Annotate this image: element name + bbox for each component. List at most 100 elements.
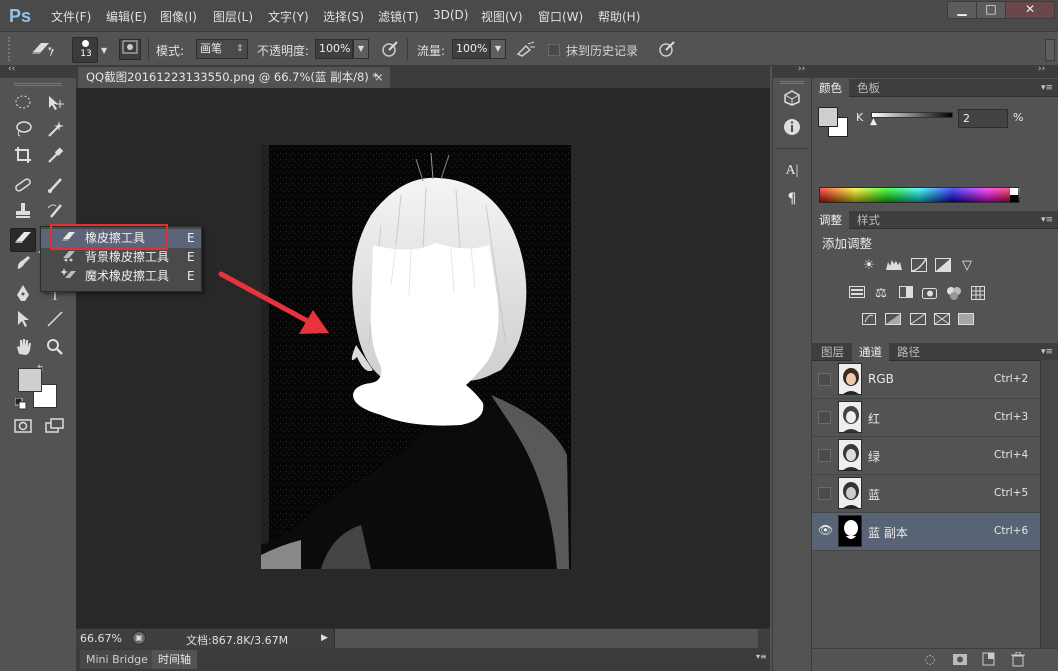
channel-row-red[interactable]: 红 Ctrl+3 [812, 399, 1040, 437]
flow-input[interactable]: 100% [452, 39, 490, 59]
menu-window[interactable]: 窗口(W) [538, 8, 583, 25]
visibility-checkbox[interactable] [818, 487, 831, 500]
hue-saturation-icon[interactable] [848, 286, 866, 302]
tab-close-icon[interactable]: × [374, 67, 384, 87]
options-scroll[interactable] [1045, 39, 1055, 61]
foreground-color-swatch[interactable] [18, 368, 42, 392]
character-panel-icon[interactable]: A| [778, 160, 806, 182]
tab-mini-bridge[interactable]: Mini Bridge [80, 650, 154, 669]
path-selection-tool-icon[interactable] [10, 310, 36, 334]
menu-filter[interactable]: 滤镜(T) [378, 8, 419, 25]
restore-button[interactable]: □ [976, 1, 1006, 19]
tab-channels[interactable]: 通道 [852, 343, 889, 361]
airbrush-icon[interactable] [516, 40, 536, 60]
menu-view[interactable]: 视图(V) [481, 8, 523, 25]
menu-image[interactable]: 图像(I) [160, 8, 197, 25]
tablet-pressure-size-icon[interactable] [657, 40, 677, 60]
lasso-tool-icon[interactable] [10, 120, 36, 144]
load-selection-icon[interactable]: ◌ [922, 652, 938, 668]
minimize-button[interactable]: ▁ [947, 1, 977, 19]
brush-tool-icon[interactable] [42, 176, 68, 200]
menu-edit[interactable]: 编辑(E) [106, 8, 147, 25]
menu-help[interactable]: 帮助(H) [598, 8, 640, 25]
tab-adjustments[interactable]: 调整 [812, 211, 849, 229]
save-selection-icon[interactable] [952, 652, 968, 668]
tab-color[interactable]: 颜色 [812, 79, 849, 97]
pen-tool-icon[interactable] [10, 284, 36, 308]
visibility-checkbox[interactable] [818, 449, 831, 462]
selective-color-icon[interactable] [933, 313, 951, 329]
menu-layer[interactable]: 图层(L) [213, 8, 253, 25]
brush-panel-icon[interactable] [119, 39, 141, 60]
exposure-icon[interactable] [934, 258, 952, 274]
channel-row-rgb[interactable]: RGB Ctrl+2 [812, 361, 1040, 399]
gradient-map-icon[interactable] [957, 313, 975, 329]
flow-dropdown[interactable]: ▼ [490, 39, 506, 59]
eye-icon[interactable]: 👁 [818, 524, 833, 538]
erase-history-checkbox[interactable] [548, 44, 560, 56]
horizontal-scrollbar[interactable] [334, 629, 758, 648]
posterize-icon[interactable] [884, 313, 902, 329]
3d-panel-icon[interactable] [778, 90, 806, 112]
tab-styles[interactable]: 样式 [850, 211, 887, 229]
line-tool-icon[interactable] [42, 310, 68, 334]
expand-icon[interactable]: ›› [1038, 64, 1045, 74]
marquee-tool-icon[interactable] [10, 94, 36, 118]
right-panel-header[interactable]: ›› [812, 64, 1058, 78]
move-tool-icon[interactable] [42, 94, 68, 118]
menu-type[interactable]: 文字(Y) [268, 8, 309, 25]
status-menu-arrow-icon[interactable]: ▶ [321, 631, 333, 646]
screen-mode-icon[interactable] [42, 418, 68, 442]
panel-menu-icon[interactable]: ▾≡ [1038, 344, 1056, 360]
zoom-tool-icon[interactable] [42, 338, 68, 362]
crop-tool-icon[interactable] [10, 146, 36, 170]
eraser-preset-icon[interactable]: ▾ [24, 40, 60, 60]
tab-swatches[interactable]: 色板 [850, 79, 887, 97]
document-image[interactable] [261, 145, 571, 569]
brush-size-picker[interactable]: 13 [72, 37, 98, 63]
history-brush-tool-icon[interactable] [42, 202, 68, 226]
tab-layers[interactable]: 图层 [814, 343, 851, 361]
k-slider-track[interactable] [871, 112, 953, 118]
magic-wand-tool-icon[interactable] [42, 120, 68, 144]
channel-row-blue-copy[interactable]: 👁 蓝 副本 Ctrl+6 [812, 513, 1040, 551]
smudge-tool-icon[interactable] [10, 254, 36, 278]
trash-icon[interactable] [1011, 651, 1027, 668]
fg-color-chip[interactable] [818, 107, 838, 127]
k-value-input[interactable]: 2 [958, 109, 1008, 128]
collapse-icon[interactable]: ‹‹ [8, 64, 15, 74]
curves-icon[interactable] [910, 258, 928, 274]
color-lookup-icon[interactable] [969, 286, 987, 302]
invert-icon[interactable] [860, 313, 878, 329]
quick-mask-icon[interactable] [10, 418, 36, 442]
channel-mixer-icon[interactable] [945, 286, 963, 302]
menu-file[interactable]: 文件(F) [51, 8, 91, 25]
color-spectrum-bar[interactable] [819, 187, 1020, 203]
clone-stamp-tool-icon[interactable] [10, 202, 36, 226]
opacity-input[interactable]: 100% [315, 39, 353, 59]
mode-select[interactable]: 画笔 ⇕ [196, 39, 248, 59]
panel-menu-icon[interactable]: ▾≡ [756, 652, 767, 661]
toolbox-header[interactable]: ‹‹ [0, 64, 76, 78]
channel-row-blue[interactable]: 蓝 Ctrl+5 [812, 475, 1040, 513]
visibility-checkbox[interactable] [818, 373, 831, 386]
color-balance-icon[interactable]: ⚖ [872, 286, 890, 302]
paragraph-panel-icon[interactable]: ¶ [778, 188, 806, 210]
panel-menu-icon[interactable]: ▾≡ [1038, 212, 1056, 228]
tablet-pressure-opacity-icon[interactable] [380, 40, 400, 60]
flyout-item-magic-eraser[interactable]: 魔术橡皮擦工具 E [41, 267, 201, 286]
info-panel-icon[interactable] [778, 118, 806, 140]
flyout-item-background-eraser[interactable]: 背景橡皮擦工具 E [41, 248, 201, 267]
icon-strip-header[interactable]: ›› [772, 64, 812, 78]
panel-menu-icon[interactable]: ▾≡ [1038, 80, 1056, 96]
slider-thumb-icon[interactable]: ▲ [870, 117, 877, 127]
levels-icon[interactable] [885, 258, 903, 274]
zoom-level[interactable]: 66.67% [80, 632, 122, 645]
menu-select[interactable]: 选择(S) [323, 8, 364, 25]
document-tab[interactable]: QQ截图20161223133550.png @ 66.7%(蓝 副本/8) *… [78, 67, 390, 88]
black-white-icon[interactable] [897, 286, 915, 302]
close-button[interactable]: ✕ [1005, 1, 1055, 19]
channels-scrollbar[interactable] [1040, 360, 1058, 650]
eyedropper-tool-icon[interactable] [42, 146, 68, 170]
visibility-checkbox[interactable] [818, 411, 831, 424]
